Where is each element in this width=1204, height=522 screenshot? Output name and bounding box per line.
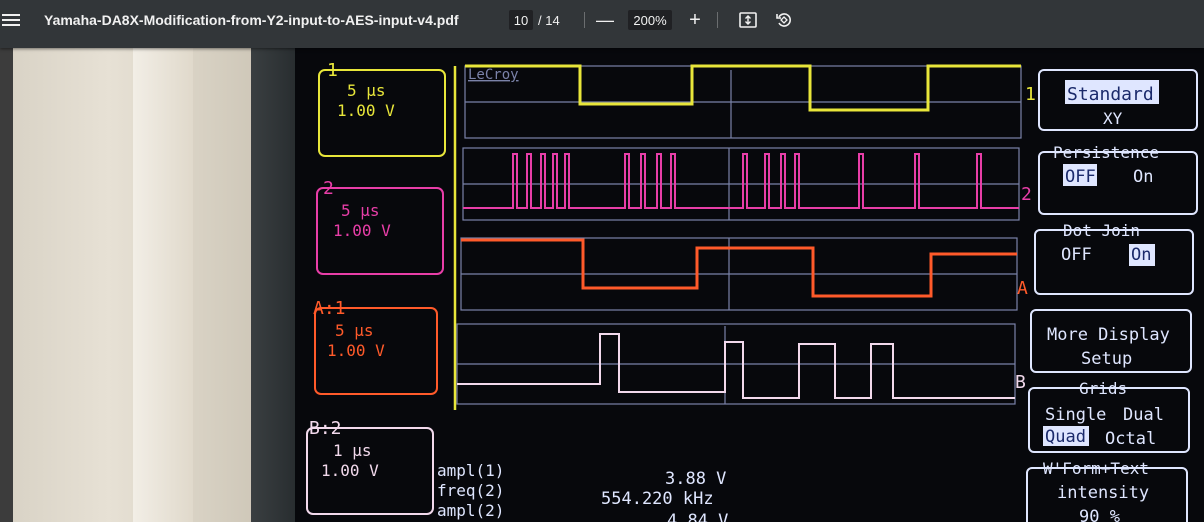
measurement-2-value: 554.220 kHz (601, 489, 714, 509)
graticule (456, 65, 1022, 405)
channel-2-label: 2 (323, 178, 334, 199)
dot-join-on: On (1131, 245, 1151, 265)
channel-2-time: 5 µs (341, 201, 380, 220)
channel-b-label: B:2 (309, 418, 342, 439)
channel-1-label: 1 (327, 60, 338, 81)
persistence-off: OFF (1065, 167, 1096, 187)
grid-single: Single (1045, 405, 1106, 425)
divider (584, 12, 585, 28)
display-mode-xy: XY (1103, 109, 1123, 128)
pdf-toolbar: Yamaha-DA8X-Modification-from-Y2-input-t… (0, 0, 1204, 48)
fit-page-icon[interactable] (739, 0, 757, 40)
measurement-1-label: ampl(1) (437, 461, 504, 480)
menu-icon[interactable] (0, 0, 22, 40)
document-title: Yamaha-DA8X-Modification-from-Y2-input-t… (44, 12, 459, 28)
marker-b: B (1015, 372, 1026, 393)
marker-2: 2 (1021, 184, 1032, 205)
grids-title: Grids (1079, 379, 1127, 398)
persistence-on: On (1133, 167, 1153, 187)
oscilloscope-display: 1 5 µs 1.00 V 2 5 µs 1.00 V A:1 5 µs 1.0… (306, 60, 1198, 522)
channel-1-time: 5 µs (347, 81, 386, 100)
trace-channel-a (461, 238, 1017, 298)
rotate-icon[interactable] (775, 0, 793, 40)
scope-brand: LeCroy (468, 67, 519, 83)
pdf-page-photo: 1 5 µs 1.00 V 2 5 µs 1.00 V A:1 5 µs 1.0… (13, 48, 1204, 522)
measurement-3-value: 4.84 V (667, 511, 728, 522)
intensity-value: 90 % (1079, 507, 1120, 522)
divider (717, 12, 718, 28)
channel-a-label: A:1 (313, 298, 346, 319)
display-mode-selected: Standard (1067, 84, 1154, 105)
grid-dual: Dual (1123, 405, 1164, 425)
trace-channel-b (457, 333, 1015, 399)
dot-join-title: Dot Join (1063, 221, 1140, 240)
grid-octal: Octal (1105, 429, 1156, 449)
measurement-3-label: ampl(2) (437, 501, 504, 520)
zoom-input[interactable]: 200% (628, 10, 672, 30)
measurement-2-label: freq(2) (437, 481, 504, 500)
intensity-label: intensity (1057, 483, 1149, 503)
channel-a-time: 5 µs (335, 321, 374, 340)
oscilloscope-screen: 1 5 µs 1.00 V 2 5 µs 1.00 V A:1 5 µs 1.0… (295, 48, 1204, 522)
trace-channel-1 (465, 64, 1021, 112)
measurement-1-value: 3.88 V (665, 469, 726, 489)
dot-join-off: OFF (1061, 245, 1092, 265)
intensity-title: W'Form+Text (1043, 459, 1149, 478)
zoom-out-button[interactable]: — (596, 0, 614, 40)
trace-channel-2 (463, 153, 1019, 209)
channel-b-volts: 1.00 V (321, 461, 379, 480)
channel-b-time: 1 µs (333, 441, 372, 460)
more-display-label: More Display (1047, 325, 1170, 345)
page-total: / 14 (538, 12, 560, 28)
more-display-setup: Setup (1081, 349, 1132, 369)
wall-highlight (133, 48, 193, 522)
persistence-title: Persistence (1053, 143, 1159, 162)
zoom-in-button[interactable]: + (687, 0, 703, 40)
channel-2-volts: 1.00 V (333, 221, 391, 240)
channel-a-volts: 1.00 V (327, 341, 385, 360)
page-number-input[interactable]: 10 (509, 10, 533, 30)
marker-1: 1 (1025, 84, 1036, 105)
marker-a: A (1017, 278, 1028, 299)
grid-quad: Quad (1045, 427, 1086, 447)
channel-1-volts: 1.00 V (337, 101, 395, 120)
